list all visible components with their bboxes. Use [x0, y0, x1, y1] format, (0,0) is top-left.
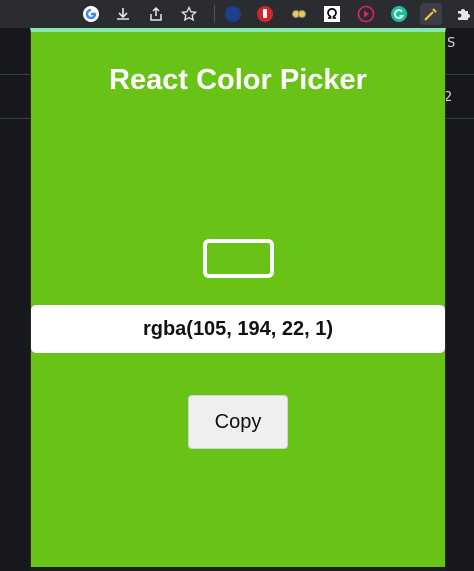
color-picker-icon[interactable] — [420, 3, 442, 25]
background-divider — [446, 118, 474, 119]
color-value-display: rgba(105, 194, 22, 1) — [31, 305, 445, 353]
background-divider — [0, 74, 30, 75]
puzzle-icon[interactable] — [452, 3, 474, 25]
background-tab-text: S — [447, 36, 456, 51]
copy-button[interactable]: Copy — [188, 395, 288, 449]
background-divider — [446, 74, 474, 75]
share-icon[interactable] — [145, 3, 167, 25]
popup-title: React Color Picker — [109, 64, 367, 96]
hand-icon[interactable] — [254, 3, 276, 25]
star-icon[interactable] — [178, 3, 200, 25]
background-page-left — [0, 28, 30, 571]
color-value-text: rgba(105, 194, 22, 1) — [142, 317, 334, 340]
background-page-right — [446, 28, 474, 571]
grammarly-icon[interactable] — [388, 3, 410, 25]
color-picker-popup: React Color Picker rgba(105, 194, 22, 1)… — [30, 28, 446, 567]
reader-icon[interactable] — [288, 3, 310, 25]
color-swatch[interactable] — [203, 239, 274, 278]
browser-toolbar — [0, 0, 474, 28]
omega-icon[interactable] — [321, 3, 343, 25]
play-icon[interactable] — [355, 3, 377, 25]
download-icon[interactable] — [112, 3, 134, 25]
toolbar-separator — [214, 5, 215, 23]
extension-icon[interactable] — [222, 3, 244, 25]
background-divider — [0, 118, 30, 119]
google-icon[interactable] — [80, 3, 102, 25]
